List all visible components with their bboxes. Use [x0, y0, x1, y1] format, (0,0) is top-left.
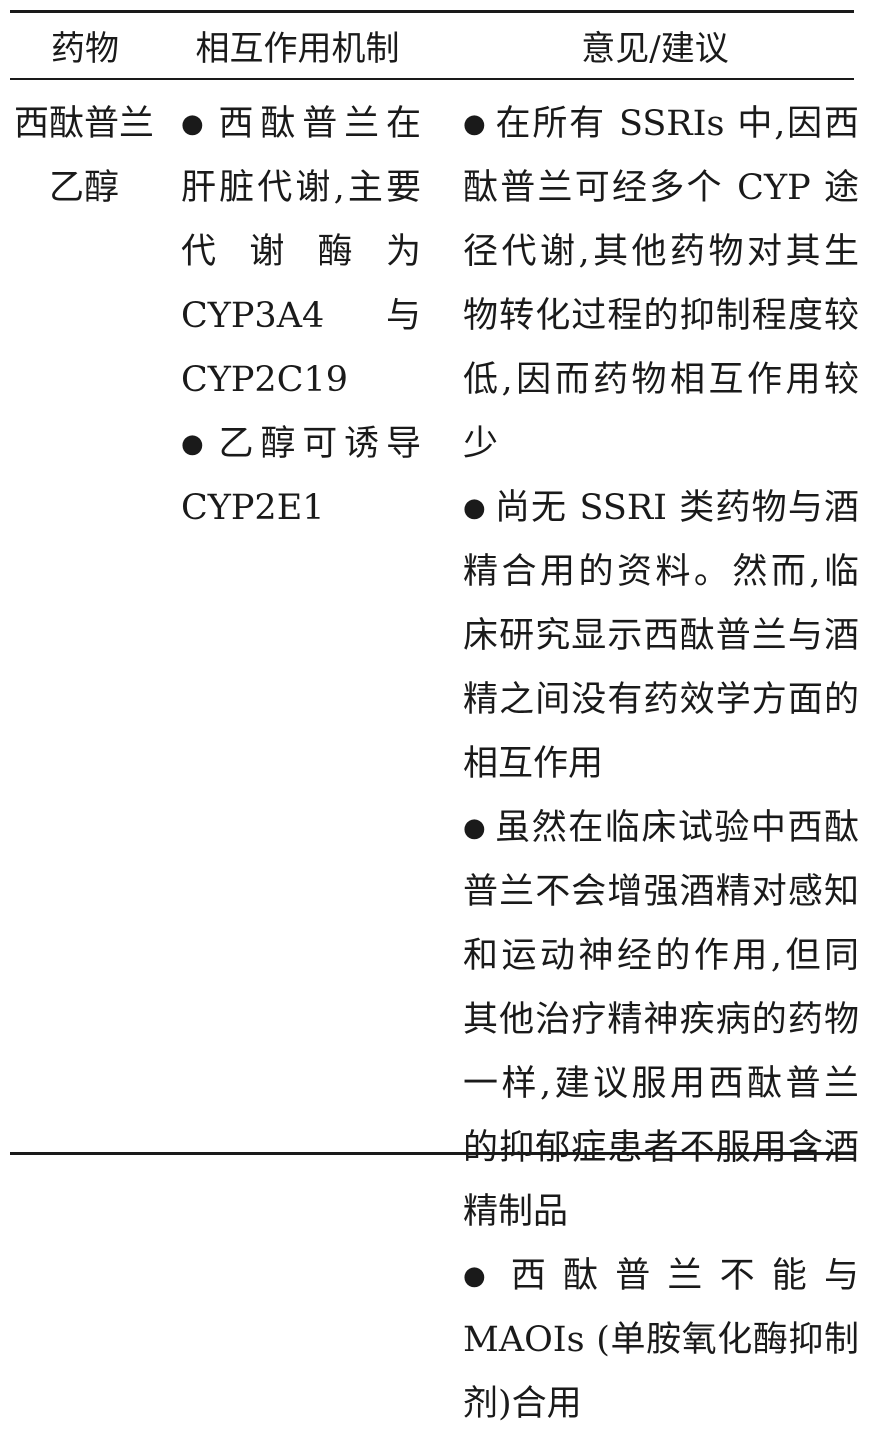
header-drug: 药物	[51, 28, 119, 69]
mechanism-item: ● 乙醇可诱导 CYP2E1	[181, 412, 421, 540]
table-top-rule	[10, 10, 854, 13]
advice-text: 西酞普兰不能与 MAOIs (单胺氧化酶抑制剂)合用	[463, 1256, 859, 1424]
advice-text: 尚无 SSRI 类药物与酒精合用的资料。然而,临床研究显示西酞普兰与酒精之间没有…	[463, 488, 859, 784]
advice-text: 虽然在临床试验中西酞普兰不会增强酒精对感知和运动神经的作用,但同其他治疗精神疾病…	[463, 808, 859, 1232]
bullet-icon: ●	[181, 429, 211, 459]
drug-name-line-1: 西酞普兰	[14, 104, 155, 144]
advice-cell: ● 在所有 SSRIs 中,因西酞普兰可经多个 CYP 途径代谢,其他药物对其生物…	[463, 92, 859, 1436]
advice-text: 在所有 SSRIs 中,因西酞普兰可经多个 CYP 途径代谢,其他药物对其生物转…	[463, 104, 859, 464]
mechanism-text: 西酞普兰在肝脏代谢,主要代谢酶为 CYP3A4 与 CYP2C19	[181, 104, 421, 400]
bullet-icon: ●	[463, 109, 488, 139]
bullet-icon: ●	[463, 493, 487, 523]
advice-item: ● 虽然在临床试验中西酞普兰不会增强酒精对感知和运动神经的作用,但同其他治疗精神疾…	[463, 796, 859, 1244]
bullet-icon: ●	[463, 1261, 503, 1291]
advice-item: ● 尚无 SSRI 类药物与酒精合用的资料。然而,临床研究显示西酞普兰与酒精之间没…	[463, 476, 859, 796]
bullet-icon: ●	[463, 813, 488, 843]
drug-name-line-2: 乙醇	[48, 168, 119, 208]
mechanism-text: 乙醇可诱导 CYP2E1	[181, 424, 421, 528]
advice-item: ● 西酞普兰不能与 MAOIs (单胺氧化酶抑制剂)合用	[463, 1244, 859, 1436]
bullet-icon: ●	[181, 109, 211, 139]
mechanism-item: ● 西酞普兰在肝脏代谢,主要代谢酶为 CYP3A4 与 CYP2C19	[181, 92, 421, 412]
header-mechanism: 相互作用机制	[195, 28, 400, 69]
drug-cell: 西酞普兰 乙醇	[14, 92, 154, 220]
header-advice: 意见/建议	[581, 28, 729, 69]
table-header-rule	[10, 78, 854, 80]
mechanism-cell: ● 西酞普兰在肝脏代谢,主要代谢酶为 CYP3A4 与 CYP2C19 ● 乙醇可诱…	[181, 92, 421, 540]
advice-item: ● 在所有 SSRIs 中,因西酞普兰可经多个 CYP 途径代谢,其他药物对其生物…	[463, 92, 859, 476]
